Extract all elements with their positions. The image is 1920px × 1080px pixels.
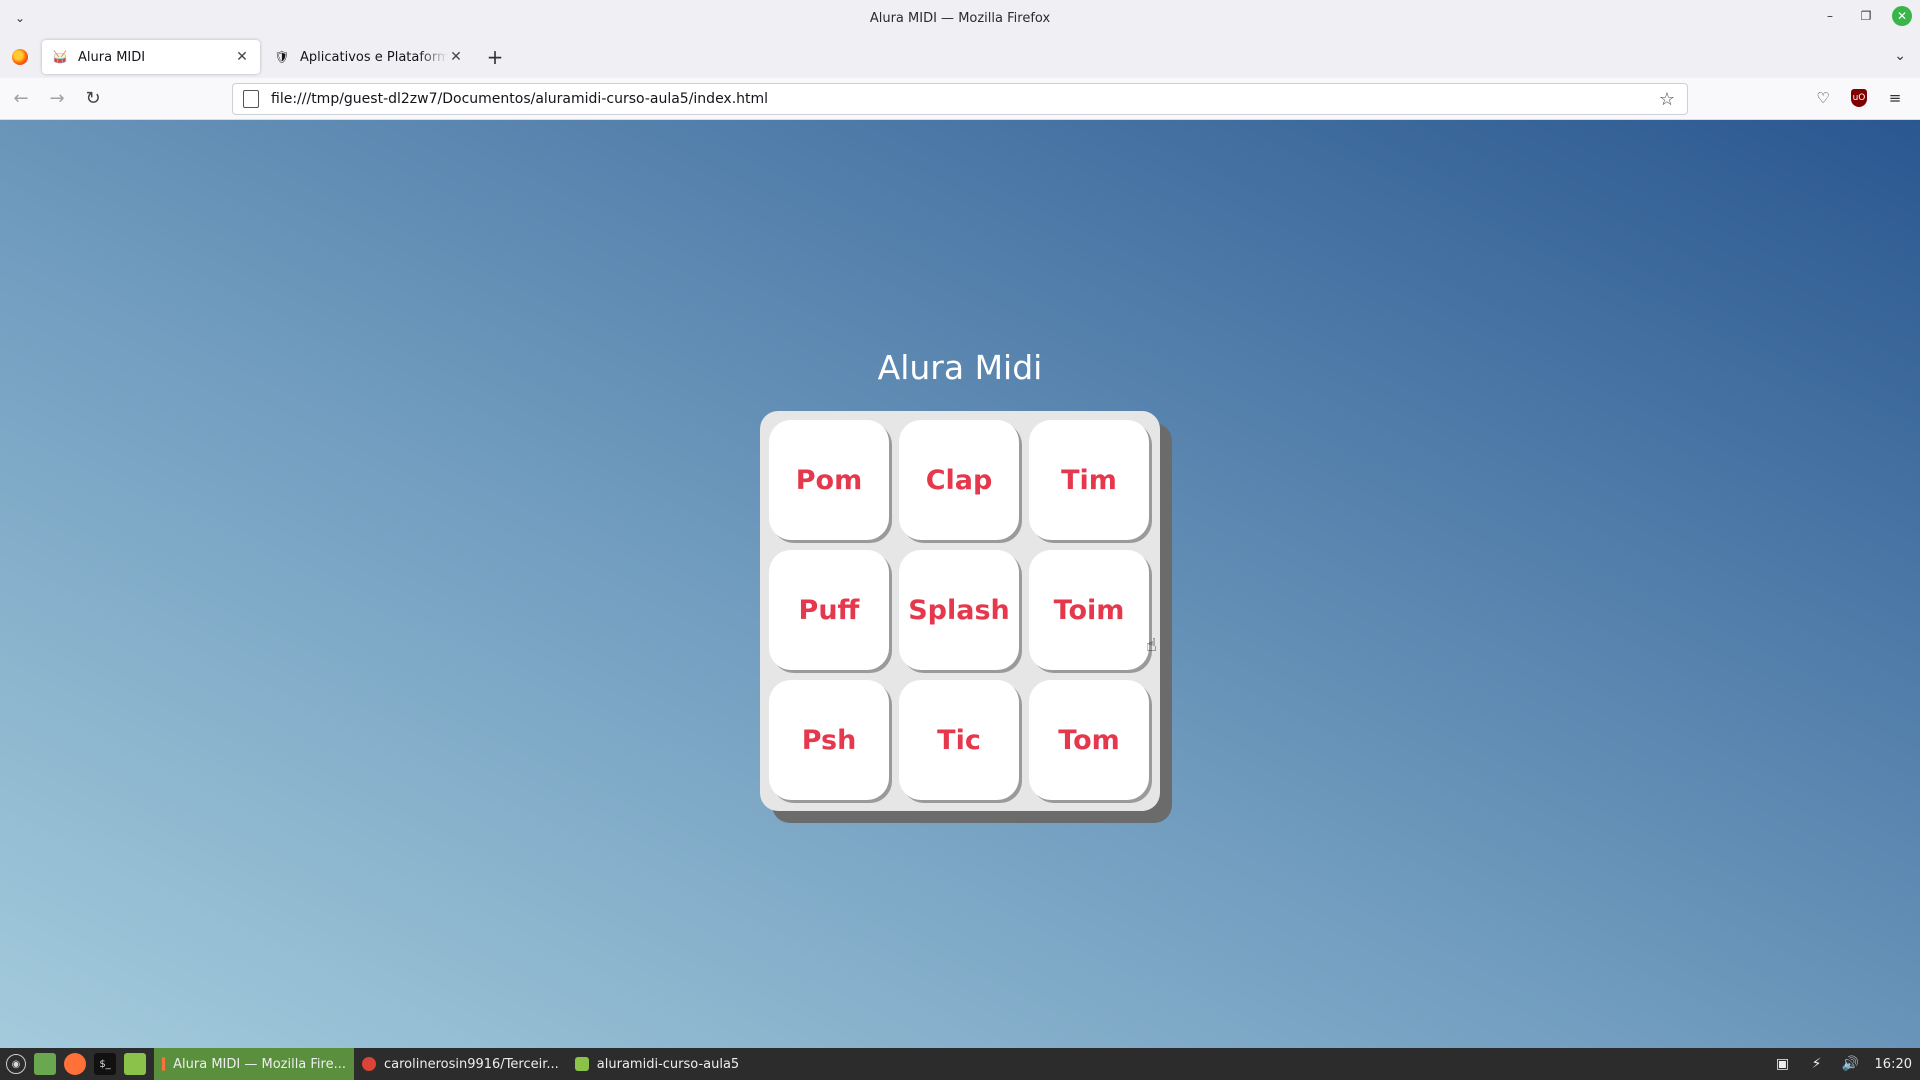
tab-label: Alura MIDI — [78, 49, 146, 65]
task-firefox[interactable]: Alura MIDI — Mozilla Fire... — [154, 1048, 354, 1080]
firefox-task-icon — [162, 1057, 166, 1071]
new-tab-button[interactable]: + — [480, 42, 510, 72]
terminal-icon[interactable]: $_ — [94, 1053, 116, 1075]
page-title: Alura Midi — [877, 348, 1043, 387]
pad-splash[interactable]: Splash — [899, 550, 1019, 670]
task-label: carolinerosin9916/Terceir... — [384, 1056, 559, 1072]
minimize-button[interactable]: – — [1820, 6, 1840, 26]
window-title: Alura MIDI — Mozilla Firefox — [869, 10, 1051, 26]
window-controls: – ❐ ✕ — [1820, 6, 1912, 26]
taskbar: ◉ $_ Alura MIDI — Mozilla Fire... caroli… — [0, 1048, 1920, 1080]
task-label: Alura MIDI — Mozilla Fire... — [173, 1056, 346, 1072]
pad-tim[interactable]: Tim — [1029, 420, 1149, 540]
tab-close-icon[interactable]: ✕ — [234, 49, 250, 65]
power-icon[interactable]: ⚡ — [1807, 1054, 1827, 1074]
pocket-icon[interactable]: ♡ — [1810, 84, 1836, 112]
reload-button[interactable]: ↻ — [78, 84, 108, 114]
drum-icon: 🥁 — [52, 50, 68, 64]
close-window-button[interactable]: ✕ — [1892, 6, 1912, 26]
start-menu-icon[interactable]: ◉ — [6, 1054, 26, 1074]
firefox-icon — [12, 49, 28, 65]
tab-close-icon[interactable]: ✕ — [448, 49, 464, 65]
hand-cursor-icon: ☝ — [1146, 635, 1157, 656]
tab-alura-midi[interactable]: 🥁 Alura MIDI ✕ — [42, 40, 260, 74]
restore-button[interactable]: ❐ — [1856, 6, 1876, 26]
ublock-icon: uO — [1851, 89, 1867, 107]
task-label: aluramidi-curso-aula5 — [596, 1056, 740, 1072]
tab-label: Aplicativos e Plataformas Ed — [300, 49, 448, 65]
volume-icon[interactable]: 🔊 — [1841, 1054, 1861, 1074]
midi-keypad: Pom Clap Tim Puff Splash Toim Psh Tic To… — [760, 411, 1160, 811]
url-bar[interactable]: file:///tmp/guest-dl2zw7/Documentos/alur… — [232, 83, 1688, 115]
shield-icon: 🛡 — [274, 50, 290, 64]
pad-tom[interactable]: Tom — [1029, 680, 1149, 800]
pad-pom[interactable]: Pom — [769, 420, 889, 540]
show-desktop-icon[interactable] — [34, 1053, 56, 1075]
window-menu-icon[interactable]: ⌄ — [10, 8, 30, 28]
pad-puff[interactable]: Puff — [769, 550, 889, 670]
app-menu-icon[interactable]: ≡ — [1882, 84, 1908, 112]
clock[interactable]: 16:20 — [1875, 1057, 1912, 1072]
page-content: Alura Midi Pom Clap Tim Puff Splash Toim… — [0, 120, 1920, 1048]
pad-clap[interactable]: Clap — [899, 420, 1019, 540]
folder-icon[interactable] — [124, 1053, 146, 1075]
back-button[interactable]: ← — [6, 84, 36, 114]
ublock-button[interactable]: uO — [1846, 84, 1872, 112]
pad-psh[interactable]: Psh — [769, 680, 889, 800]
list-all-tabs-icon[interactable]: ⌄ — [1894, 48, 1906, 64]
task-folder[interactable]: aluramidi-curso-aula5 — [567, 1048, 747, 1080]
toolbar-right: ♡ uO ≡ — [1810, 84, 1908, 112]
pad-tic[interactable]: Tic — [899, 680, 1019, 800]
navigation-bar: ← → ↻ file:///tmp/guest-dl2zw7/Documento… — [0, 78, 1920, 120]
pad-toim[interactable]: Toim — [1029, 550, 1149, 670]
tab-aplicativos[interactable]: 🛡 Aplicativos e Plataformas Ed ✕ — [264, 40, 474, 74]
window-titlebar: ⌄ Alura MIDI — Mozilla Firefox – ❐ ✕ — [0, 0, 1920, 36]
firefox-launcher-icon[interactable] — [64, 1053, 86, 1075]
folder-task-icon — [574, 1057, 589, 1071]
bookmark-star-icon[interactable]: ☆ — [1657, 89, 1677, 110]
page-icon — [243, 90, 259, 108]
forward-button[interactable]: → — [42, 84, 72, 114]
url-text[interactable]: file:///tmp/guest-dl2zw7/Documentos/alur… — [271, 91, 1657, 107]
chrome-icon — [362, 1057, 376, 1071]
tab-strip: 🥁 Alura MIDI ✕ 🛡 Aplicativos e Plataform… — [0, 36, 1920, 78]
system-tray: ▣ ⚡ 🔊 16:20 — [1773, 1048, 1912, 1080]
task-chrome[interactable]: carolinerosin9916/Terceir... — [354, 1048, 567, 1080]
display-icon[interactable]: ▣ — [1773, 1054, 1793, 1074]
